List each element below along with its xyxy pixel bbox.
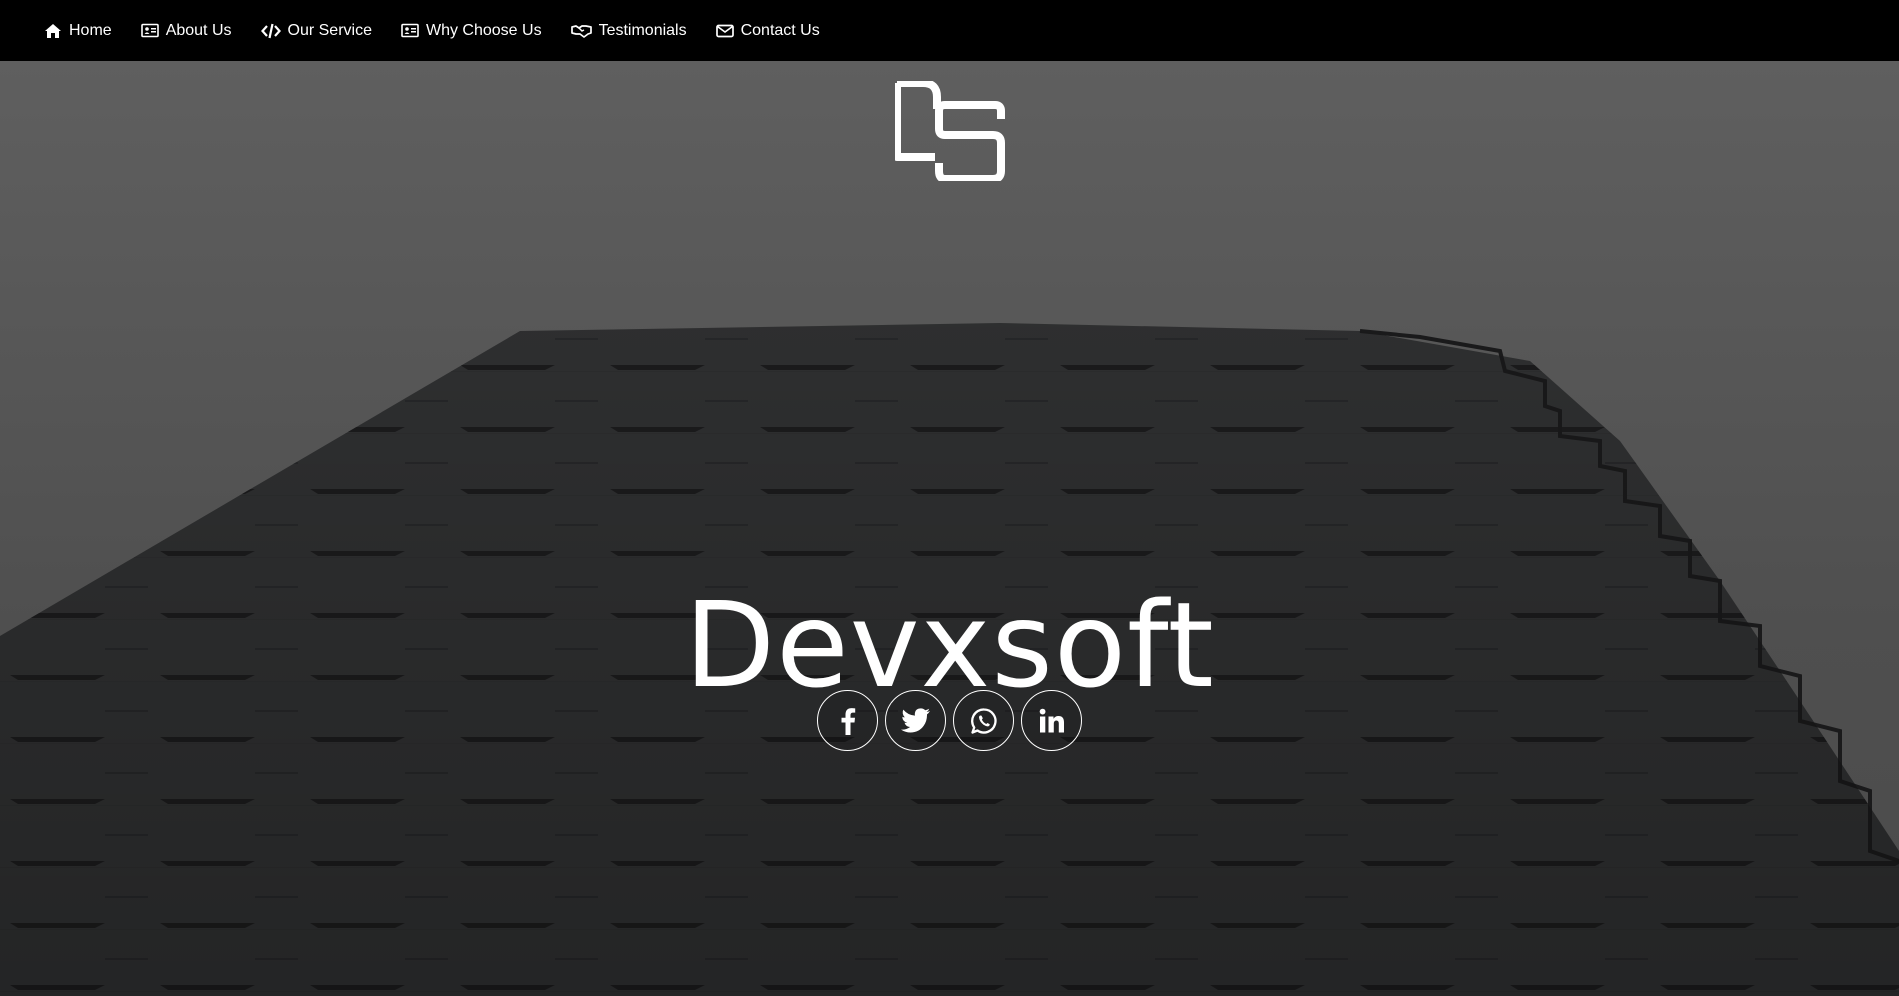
nav-item-label: Contact Us <box>740 21 820 39</box>
nav-item-label: Home <box>69 21 112 39</box>
brand-title: Devxsoft <box>684 576 1215 714</box>
linkedin-icon <box>1039 708 1065 734</box>
linkedin-button[interactable] <box>1021 690 1082 751</box>
hero-section: Devxsoft <box>0 61 1899 996</box>
devxsoft-logo <box>895 81 1005 181</box>
facebook-icon <box>840 707 856 735</box>
id-card-icon <box>401 23 419 38</box>
nav-item-contact-us[interactable]: Contact Us <box>715 21 820 40</box>
page: Home About Us Our Service Why Choose Us … <box>0 0 1899 996</box>
nav-item-label: Why Choose Us <box>425 21 542 39</box>
nav-item-why-choose-us[interactable]: Why Choose Us <box>401 22 542 40</box>
id-card-icon <box>140 23 159 38</box>
code-icon <box>260 23 281 39</box>
facebook-button[interactable] <box>817 690 878 751</box>
nav-item-our-service[interactable]: Our Service <box>260 21 372 40</box>
whatsapp-icon <box>970 707 998 735</box>
nav-item-label: Our Service <box>287 21 372 39</box>
nav-item-about-us[interactable]: About Us <box>140 21 232 40</box>
top-navbar: Home About Us Our Service Why Choose Us … <box>0 0 1899 61</box>
building-background <box>0 323 1899 996</box>
handshake-icon <box>570 23 592 38</box>
nav-item-testimonials[interactable]: Testimonials <box>570 21 687 40</box>
nav-item-home[interactable]: Home <box>44 22 112 40</box>
whatsapp-button[interactable] <box>953 690 1014 751</box>
twitter-icon <box>900 708 931 733</box>
social-links <box>817 690 1083 752</box>
home-icon <box>44 23 62 39</box>
twitter-button[interactable] <box>885 690 946 751</box>
nav-item-label: About Us <box>165 21 232 39</box>
nav-item-label: Testimonials <box>598 21 687 39</box>
envelope-icon <box>715 24 734 38</box>
